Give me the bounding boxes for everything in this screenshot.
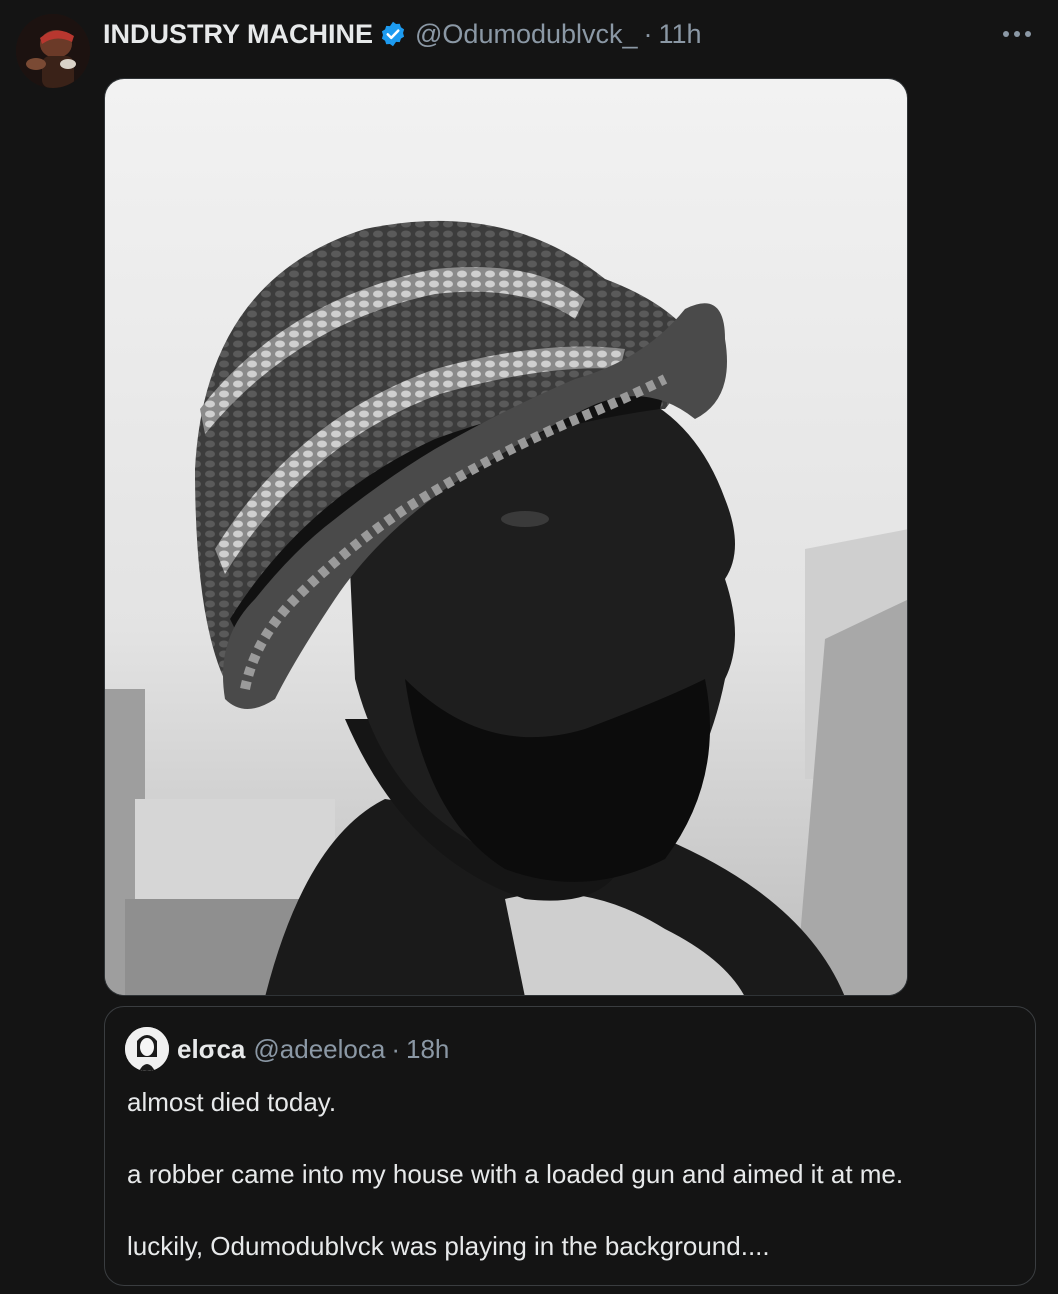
quoted-author-name[interactable]: elσca <box>177 1034 245 1065</box>
quoted-tweet-header: elσca @adeeloca · 18h <box>125 1027 449 1071</box>
separator-dot: · <box>391 1033 400 1064</box>
tweet-header: INDUSTRY MACHINE @Odumodublvck_ · 11h <box>103 14 702 54</box>
timestamp[interactable]: 11h <box>659 19 702 50</box>
separator-dot: · <box>643 18 653 49</box>
quoted-text-line: luckily, Odumodublvck was playing in the… <box>127 1231 770 1261</box>
quoted-text-line: almost died today. <box>127 1087 337 1117</box>
tweet-photo[interactable] <box>104 78 908 996</box>
tweet[interactable]: INDUSTRY MACHINE @Odumodublvck_ · 11h el… <box>0 0 1058 1294</box>
quoted-text-line: a robber came into my house with a loade… <box>127 1159 904 1189</box>
verified-badge-icon <box>379 20 407 48</box>
author-handle[interactable]: @Odumodublvck_ <box>415 19 638 50</box>
quoted-author-handle[interactable]: @adeeloca <box>253 1034 385 1065</box>
quoted-tweet[interactable]: elσca @adeeloca · 18h almost died today.… <box>104 1006 1036 1286</box>
more-options-icon[interactable] <box>1000 20 1034 48</box>
quoted-timestamp[interactable]: 18h <box>406 1034 449 1065</box>
author-name[interactable]: INDUSTRY MACHINE <box>103 19 373 50</box>
quoted-author-avatar[interactable] <box>125 1027 169 1071</box>
author-avatar[interactable] <box>16 14 90 88</box>
